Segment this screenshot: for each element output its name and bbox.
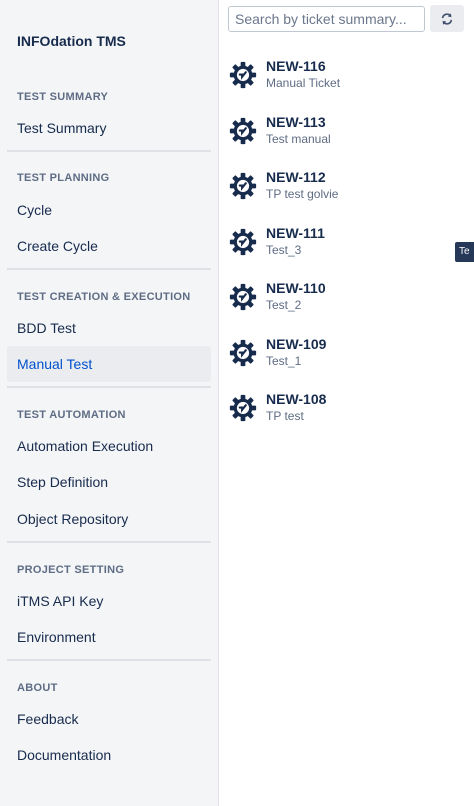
ticket-key: NEW-110 [266,280,326,296]
ticket-summary: Manual Ticket [266,76,341,90]
ticket-row[interactable]: NEW-111 Test_3 [228,225,458,269]
section-title-about: ABOUT [17,682,58,694]
sidebar-item-feedback[interactable]: Feedback [7,701,211,737]
section-title-test-planning: TEST PLANNING [17,172,110,184]
edge-tab[interactable]: Te [455,242,474,262]
gear-icon [228,227,258,257]
ticket-key: NEW-111 [266,224,325,241]
sidebar-item-manual-test[interactable]: Manual Test [7,346,211,382]
divider [7,659,211,661]
ticket-panel: NEW-116Manual TicketNEW-113Test manualNE… [220,0,474,806]
divider [7,150,211,152]
section-title-test-creation-execution: TEST CREATION & EXECUTION [17,291,191,303]
gear-icon [228,116,258,146]
ticket-key: NEW-113 [266,113,326,130]
gear-icon [228,338,258,368]
sidebar-item-cycle[interactable]: Cycle [7,192,211,228]
ticket-row[interactable]: NEW-112 TP test golvie [228,169,458,213]
ticket-summary: Test_3 [266,242,302,257]
ticket-summary: Test manual [266,131,331,146]
sidebar: INFOdation TMS TEST SUMMARY Test Summary… [0,0,219,806]
ticket-summary: Test_2 [266,298,302,312]
divider [7,386,211,388]
section-title-test-summary: TEST SUMMARY [17,91,109,103]
gear-icon [228,60,258,90]
ticket-summary: TP test golvie [266,187,339,201]
ticket-row[interactable]: NEW-113 Test manual [228,114,458,158]
refresh-icon [441,12,453,25]
divider [7,268,211,270]
gear-icon [228,282,258,312]
sidebar-item-automation-execution[interactable]: Automation Execution [7,428,211,464]
sidebar-item-object-repository[interactable]: Object Repository [7,501,211,537]
refresh-button[interactable] [430,5,464,32]
divider [7,541,211,543]
sidebar-item-step-definition[interactable]: Step Definition [7,464,211,500]
sidebar-item-create-cycle[interactable]: Create Cycle [7,228,211,264]
sidebar-item-bdd-test[interactable]: BDD Test [7,310,211,346]
ticket-summary: Test_1 [266,353,302,368]
sidebar-item-test-summary[interactable]: Test Summary [7,110,211,146]
section-title-project-setting: PROJECT SETTING [17,564,125,576]
sidebar-item-environment[interactable]: Environment [7,619,211,655]
sidebar-item-itms-api-key[interactable]: iTMS API Key [7,583,211,619]
gear-icon [228,393,258,423]
ticket-key: NEW-108 [266,391,327,407]
ticket-key: NEW-109 [266,335,327,352]
section-title-test-automation: TEST AUTOMATION [17,409,126,421]
ticket-key: NEW-116 [266,58,326,74]
sidebar-item-documentation[interactable]: Documentation [7,737,211,773]
ticket-row[interactable]: NEW-116 Manual Ticket [228,58,458,102]
app-title: INFOdation TMS [17,33,126,49]
ticket-row[interactable]: NEW-108 TP test [228,391,458,435]
ticket-row[interactable]: NEW-109 Test_1 [228,336,458,380]
ticket-summary: TP test [266,409,304,423]
search-input[interactable] [228,6,425,32]
ticket-row[interactable]: NEW-110 Test_2 [228,280,458,324]
ticket-key: NEW-112 [266,169,326,185]
gear-icon [228,171,258,201]
